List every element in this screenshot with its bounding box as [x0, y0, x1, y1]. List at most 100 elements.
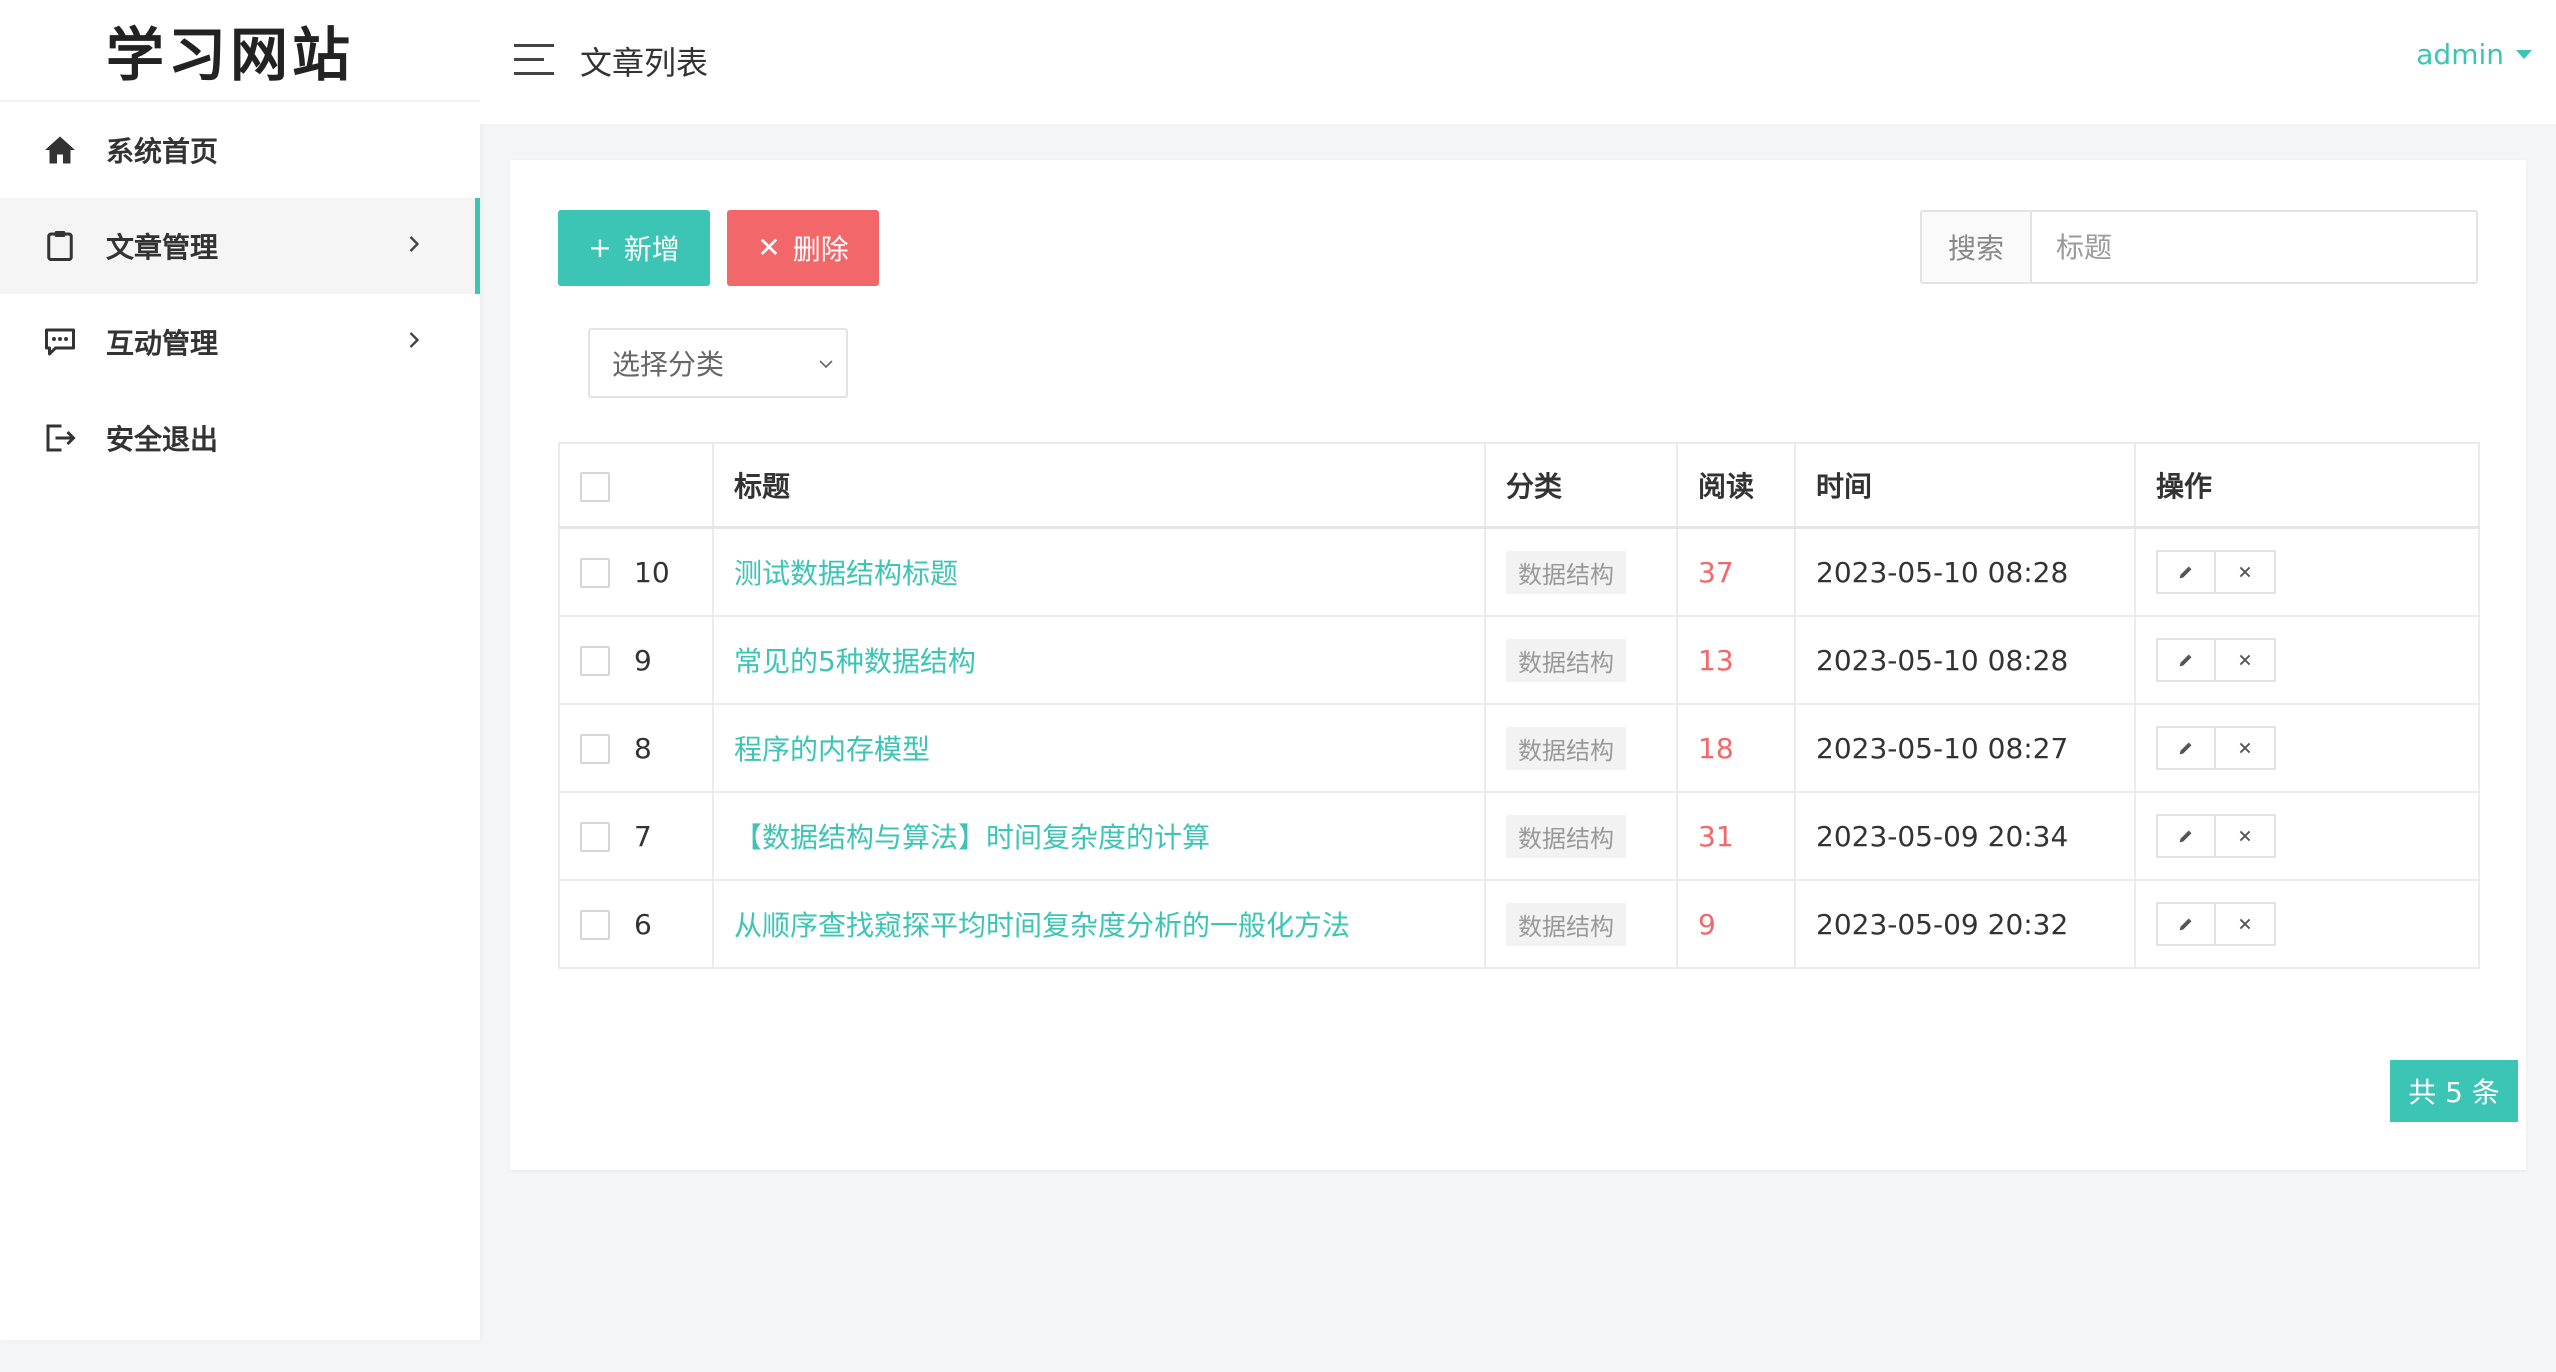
close-icon	[2239, 742, 2251, 754]
sidebar-item-interaction[interactable]: 互动管理	[0, 294, 480, 390]
table-header-row: 标题 分类 阅读 时间 操作	[558, 442, 2480, 529]
row-actions	[2156, 814, 2276, 858]
row-id: 9	[634, 644, 652, 678]
read-count: 9	[1698, 907, 1716, 941]
delete-row-button[interactable]	[2216, 550, 2276, 594]
close-icon	[2239, 566, 2251, 578]
close-icon	[2239, 654, 2251, 666]
table-row: 9 常见的5种数据结构 数据结构 13 2023-05-10 08:28	[558, 615, 2480, 705]
delete-row-button[interactable]	[2216, 726, 2276, 770]
pencil-icon	[2179, 742, 2192, 755]
publish-time: 2023-05-09 20:34	[1816, 819, 2069, 853]
pencil-icon	[2179, 918, 2192, 931]
row-checkbox[interactable]	[580, 821, 610, 852]
delete-button[interactable]: ✕ 删除	[727, 210, 879, 286]
row-id: 8	[634, 732, 652, 766]
read-count: 37	[1698, 555, 1734, 589]
search-input[interactable]	[2032, 212, 2476, 282]
page-title: 文章列表	[580, 44, 709, 82]
table-row: 10 测试数据结构标题 数据结构 37 2023-05-10 08:28	[558, 526, 2480, 617]
edit-button[interactable]	[2156, 902, 2216, 946]
sidebar: 学习网站 系统首页 文章管理 互动管理 安全退出	[0, 0, 480, 1340]
publish-time: 2023-05-10 08:28	[1816, 555, 2069, 589]
edit-button[interactable]	[2156, 638, 2216, 682]
table-row: 8 程序的内存模型 数据结构 18 2023-05-10 08:27	[558, 703, 2480, 793]
article-title-link[interactable]: 【数据结构与算法】时间复杂度的计算	[734, 821, 1210, 854]
table-row: 7 【数据结构与算法】时间复杂度的计算 数据结构 31 2023-05-09 2…	[558, 791, 2480, 881]
add-button[interactable]: + 新增	[558, 210, 710, 286]
sidebar-item-label: 系统首页	[106, 135, 219, 168]
sidebar-item-label: 安全退出	[106, 423, 219, 456]
close-icon	[2239, 830, 2251, 842]
user-menu[interactable]: admin	[2416, 38, 2532, 71]
close-icon	[2239, 918, 2251, 930]
chevron-down-icon	[814, 352, 838, 376]
column-header-time: 时间	[1794, 442, 2136, 529]
site-logo[interactable]: 学习网站	[0, 0, 480, 102]
sidebar-item-logout[interactable]: 安全退出	[0, 390, 480, 486]
row-id: 6	[634, 908, 652, 942]
clipboard-icon	[42, 228, 78, 264]
menu-toggle-icon[interactable]	[514, 42, 558, 78]
content-card: + 新增 ✕ 删除 搜索 选择分类 标题 分类 阅读 时间 操作 10	[510, 160, 2526, 1170]
article-table: 标题 分类 阅读 时间 操作 10 测试数据结构标题 数据结构 37 2023-…	[558, 442, 2480, 969]
row-id: 10	[634, 556, 670, 590]
username: admin	[2416, 38, 2504, 71]
pencil-icon	[2179, 566, 2192, 579]
read-count: 18	[1698, 731, 1734, 765]
row-checkbox[interactable]	[580, 645, 610, 676]
pencil-icon	[2179, 830, 2192, 843]
total-count-badge: 共 5 条	[2390, 1060, 2518, 1122]
search-box: 搜索	[1920, 210, 2478, 284]
column-header-actions: 操作	[2134, 442, 2480, 529]
row-id: 7	[634, 820, 652, 854]
row-checkbox[interactable]	[580, 557, 610, 588]
table-row: 6 从顺序查找窥探平均时间复杂度分析的一般化方法 数据结构 9 2023-05-…	[558, 879, 2480, 969]
close-icon: ✕	[757, 231, 781, 264]
sidebar-item-articles[interactable]: 文章管理	[0, 198, 480, 294]
article-title-link[interactable]: 测试数据结构标题	[734, 557, 958, 590]
column-header-reads: 阅读	[1676, 442, 1796, 529]
top-bar: 文章列表 admin	[480, 0, 2556, 124]
select-all-checkbox[interactable]	[580, 471, 610, 502]
chevron-right-icon	[400, 326, 428, 354]
edit-button[interactable]	[2156, 550, 2216, 594]
category-tag: 数据结构	[1506, 902, 1626, 946]
comment-icon	[42, 324, 78, 360]
search-label: 搜索	[1922, 212, 2032, 282]
delete-row-button[interactable]	[2216, 814, 2276, 858]
edit-button[interactable]	[2156, 814, 2216, 858]
edit-button[interactable]	[2156, 726, 2216, 770]
category-select[interactable]: 选择分类	[588, 328, 848, 398]
row-actions	[2156, 638, 2276, 682]
row-checkbox[interactable]	[580, 733, 610, 764]
caret-down-icon	[2516, 50, 2532, 59]
sidebar-item-label: 互动管理	[106, 327, 219, 360]
publish-time: 2023-05-09 20:32	[1816, 907, 2069, 941]
delete-row-button[interactable]	[2216, 638, 2276, 682]
read-count: 13	[1698, 643, 1734, 677]
category-tag: 数据结构	[1506, 638, 1626, 682]
article-title-link[interactable]: 程序的内存模型	[734, 733, 930, 766]
row-actions	[2156, 550, 2276, 594]
article-title-link[interactable]: 常见的5种数据结构	[734, 645, 976, 678]
pencil-icon	[2179, 654, 2192, 667]
category-tag: 数据结构	[1506, 814, 1626, 858]
publish-time: 2023-05-10 08:27	[1816, 731, 2069, 765]
row-actions	[2156, 902, 2276, 946]
sidebar-item-label: 文章管理	[106, 231, 219, 264]
category-tag: 数据结构	[1506, 726, 1626, 770]
publish-time: 2023-05-10 08:28	[1816, 643, 2069, 677]
column-header-category: 分类	[1484, 442, 1678, 529]
row-checkbox[interactable]	[580, 909, 610, 940]
plus-icon: +	[588, 231, 612, 264]
read-count: 31	[1698, 819, 1734, 853]
article-title-link[interactable]: 从顺序查找窥探平均时间复杂度分析的一般化方法	[734, 909, 1350, 942]
home-icon	[42, 132, 78, 168]
category-tag: 数据结构	[1506, 550, 1626, 594]
logout-icon	[42, 420, 78, 456]
delete-row-button[interactable]	[2216, 902, 2276, 946]
sidebar-item-home[interactable]: 系统首页	[0, 102, 480, 198]
chevron-right-icon	[400, 230, 428, 258]
column-header-title: 标题	[712, 442, 1486, 529]
